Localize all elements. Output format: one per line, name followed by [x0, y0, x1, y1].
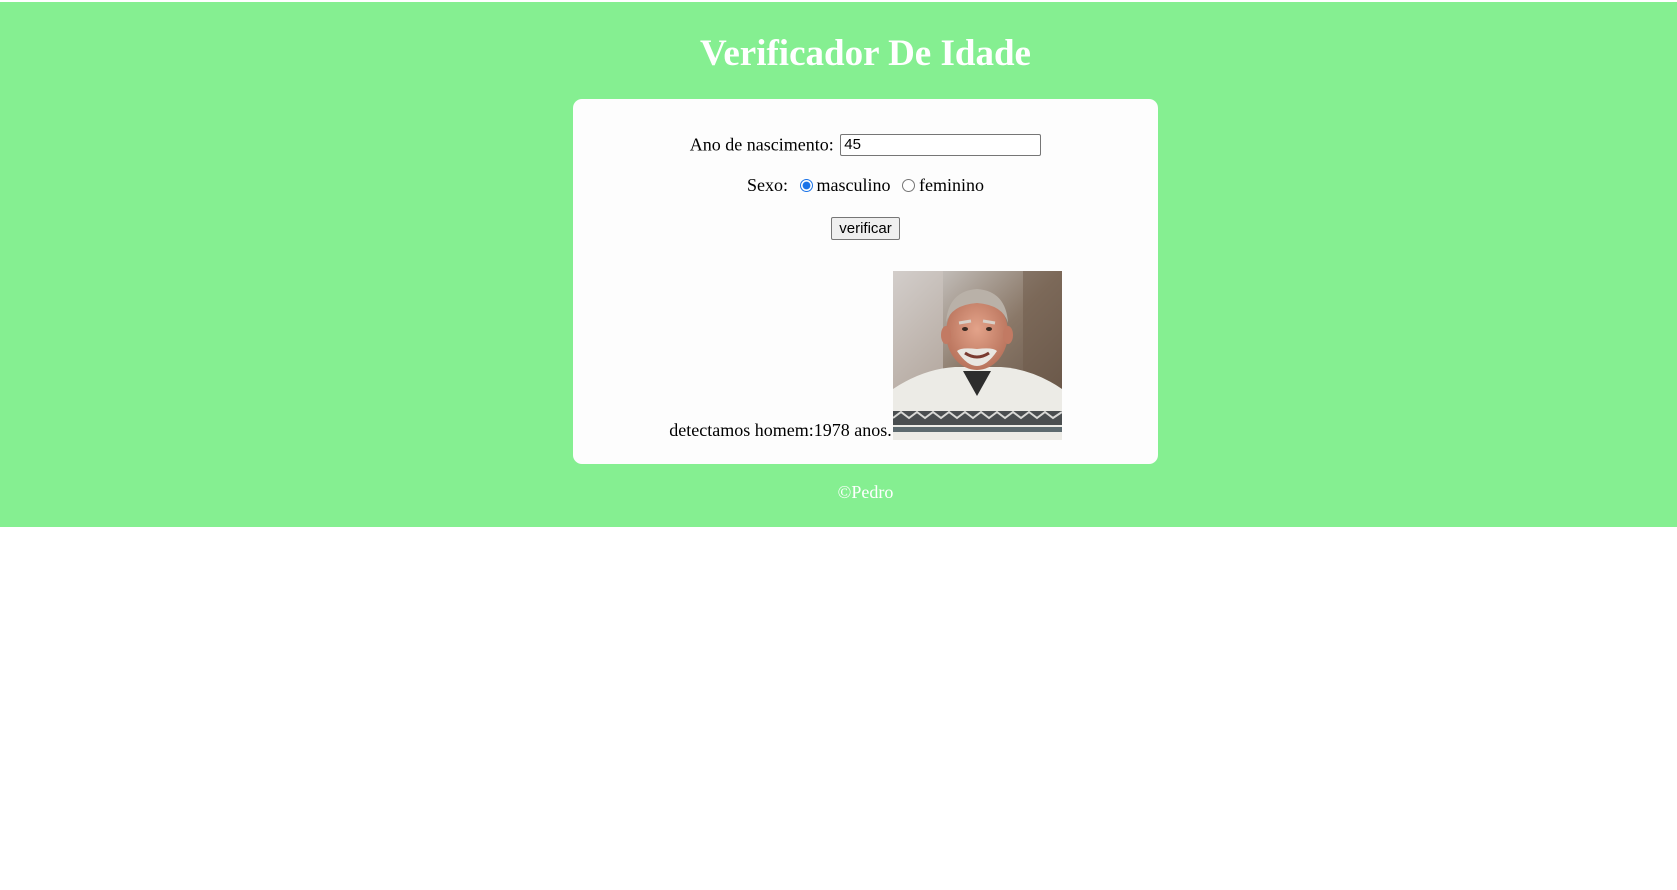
birth-year-row: Ano de nascimento:: [573, 133, 1158, 156]
sex-label: Sexo:: [746, 175, 788, 195]
radio-masculino[interactable]: [799, 178, 813, 192]
sex-row: Sexo: masculino feminino: [573, 175, 1158, 196]
radio-masculino-label: masculino: [816, 175, 891, 195]
footer-copyright: ©Pedro: [837, 482, 894, 502]
birth-year-input[interactable]: [840, 133, 1042, 156]
result-area: detectamos homem:1978 anos.: [573, 271, 1158, 440]
verify-button[interactable]: verificar: [831, 217, 900, 240]
birth-year-label: Ano de nascimento:: [689, 134, 834, 155]
radio-feminino-label: feminino: [919, 175, 984, 195]
page-title: Verificador De Idade: [700, 33, 1031, 74]
form-card: Ano de nascimento: Sexo: masculino femin…: [573, 99, 1158, 464]
button-row: verificar: [573, 217, 1158, 240]
radio-feminino[interactable]: [902, 178, 915, 192]
result-text: detectamos homem:1978 anos.: [669, 420, 892, 440]
elderly-man-photo: [892, 271, 1062, 440]
